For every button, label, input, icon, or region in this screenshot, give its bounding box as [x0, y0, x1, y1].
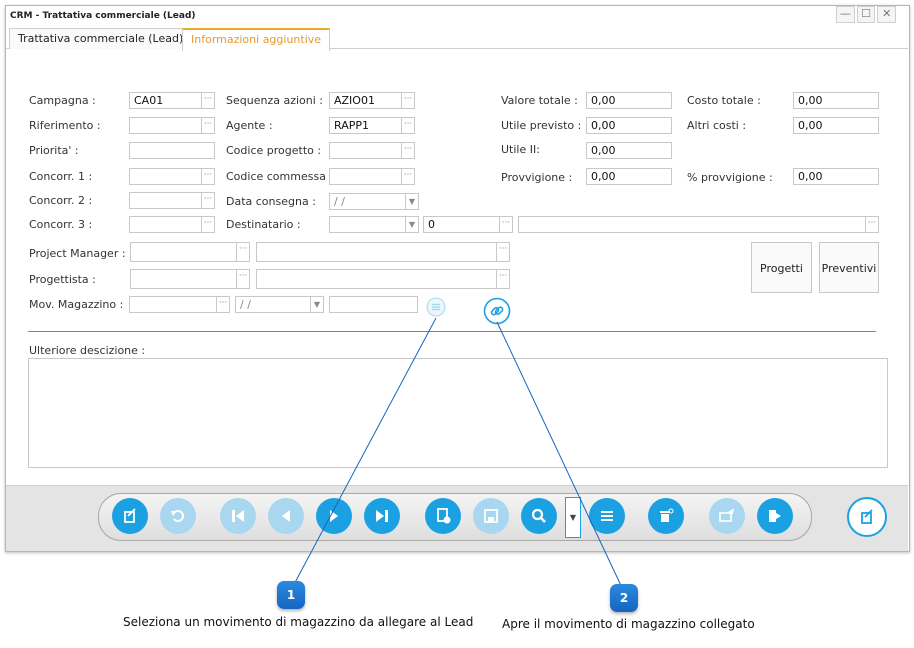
callout-1-text: Seleziona un movimento di magazzino da a… — [123, 615, 474, 629]
callout-2-marker: 2 — [610, 584, 638, 612]
callout-2-text: Apre il movimento di magazzino collegato — [502, 617, 755, 631]
callout-1-marker: 1 — [277, 581, 305, 609]
callout-lines — [290, 317, 625, 593]
